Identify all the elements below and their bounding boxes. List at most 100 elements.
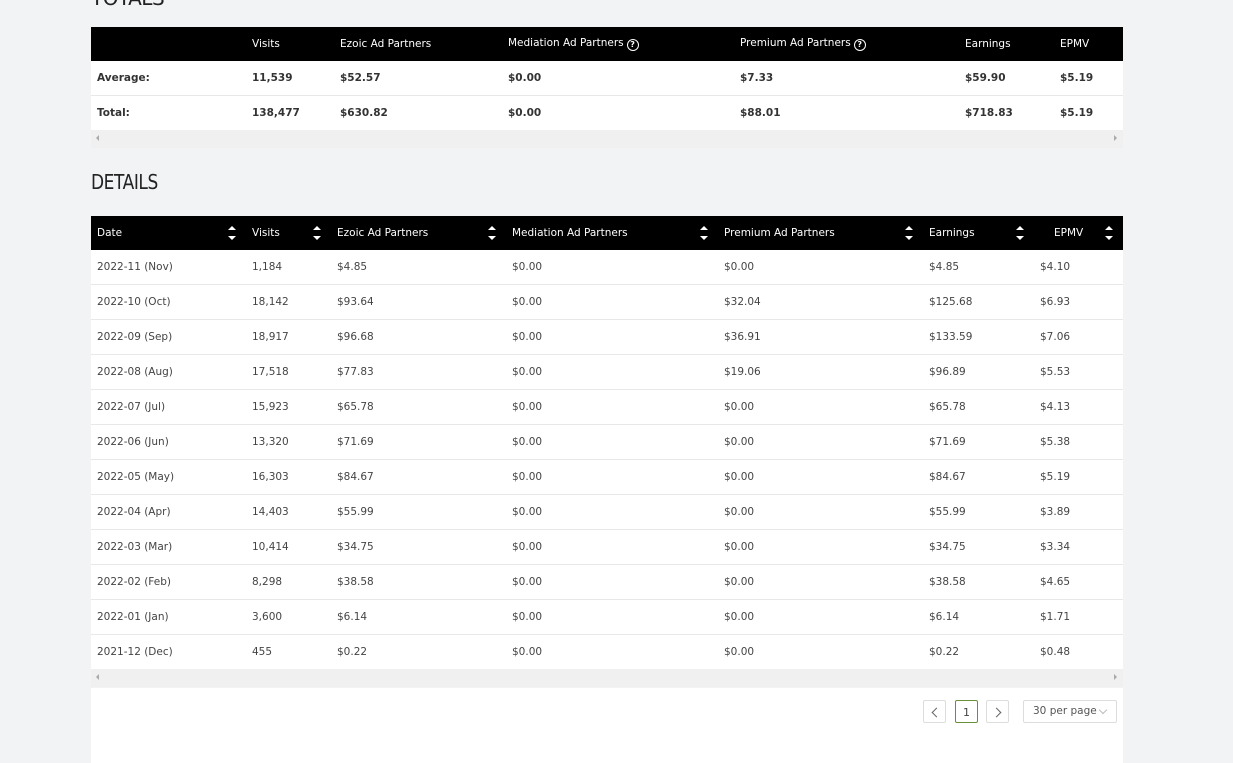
sort-visits-header[interactable]: Visits	[246, 216, 331, 250]
table-cell: $0.00	[506, 319, 718, 355]
table-cell: 2022-03 (Mar)	[91, 529, 246, 565]
sort-icon[interactable]	[313, 225, 321, 241]
sort-ezoic-header[interactable]: Ezoic Ad Partners	[331, 216, 506, 250]
table-cell: 2022-02 (Feb)	[91, 564, 246, 600]
table-cell: $0.00	[718, 389, 923, 425]
table-cell: $0.48	[1034, 634, 1123, 669]
sort-mediation-header[interactable]: Mediation Ad Partners	[506, 216, 718, 250]
table-cell: 13,320	[246, 424, 331, 460]
table-cell: $38.58	[331, 564, 506, 600]
table-row: 2022-11 (Nov) 1,184 $4.85 $0.00 $0.00 $4.85 $4…	[91, 250, 1123, 285]
sort-icon[interactable]	[228, 225, 236, 241]
table-cell: 10,414	[246, 529, 331, 565]
table-cell: $0.00	[506, 284, 718, 320]
table-cell: 11,539	[252, 72, 293, 84]
next-page-button[interactable]	[986, 700, 1009, 723]
table-cell: 18,917	[246, 319, 331, 355]
table-cell: Total:	[91, 95, 246, 130]
totals-header-row: Visits Ezoic Ad Partners Mediation Ad Pa…	[91, 27, 1123, 61]
table-cell: $5.53	[1034, 354, 1123, 390]
table-cell: $0.22	[331, 634, 506, 669]
totals-header-premium: Premium Ad Partners?	[734, 27, 959, 61]
table-cell: 2022-10 (Oct)	[91, 284, 246, 320]
table-cell: $7.33	[740, 72, 774, 84]
table-cell: 14,403	[246, 494, 331, 530]
details-horizontal-scrollbar[interactable]	[91, 669, 1123, 687]
table-row: 2022-10 (Oct) 18,142 $93.64 $0.00 $32.04 $125…	[91, 284, 1123, 320]
table-cell: $4.10	[1040, 261, 1071, 273]
pagination-bar: 1 30 per page	[91, 688, 1123, 763]
table-cell: 18,142	[246, 284, 331, 320]
table-cell: $0.00	[724, 261, 755, 273]
table-cell: $5.19	[1034, 459, 1123, 495]
header-label: Mediation Ad Partners	[512, 227, 628, 239]
totals-horizontal-scrollbar[interactable]	[91, 130, 1123, 148]
details-heading: DETAILS	[91, 170, 158, 194]
table-cell: 8,298	[246, 564, 331, 600]
table-row: 2022-04 (Apr) 14,403 $55.99 $0.00 $0.00 $55.9…	[91, 494, 1123, 530]
table-cell: $96.68	[331, 319, 506, 355]
table-cell: $36.91	[718, 319, 923, 355]
prev-page-button[interactable]	[923, 700, 946, 723]
sort-premium-header[interactable]: Premium Ad Partners	[718, 216, 923, 250]
table-cell: $34.75	[331, 529, 506, 565]
table-cell: $0.00	[506, 494, 718, 530]
table-cell: 1,184	[252, 261, 283, 273]
sort-icon[interactable]	[905, 225, 913, 241]
table-cell: $630.82	[334, 95, 502, 130]
totals-header-visits: Visits	[246, 27, 334, 61]
scroll-right-icon[interactable]	[1114, 674, 1117, 680]
sort-icon[interactable]	[1105, 225, 1113, 241]
chevron-right-icon	[991, 707, 1001, 718]
sort-earnings-header[interactable]: Earnings	[923, 216, 1034, 250]
scroll-right-icon[interactable]	[1114, 135, 1117, 141]
table-cell: $125.68	[923, 284, 1034, 320]
table-row: 2022-07 (Jul) 15,923 $65.78 $0.00 $0.00 $65.7…	[91, 389, 1123, 425]
scroll-left-icon[interactable]	[96, 135, 99, 141]
table-cell: $0.00	[718, 459, 923, 495]
sort-icon[interactable]	[1016, 225, 1024, 241]
table-cell: 2021-12 (Dec)	[91, 634, 246, 669]
table-cell: $0.00	[718, 529, 923, 565]
table-cell: $65.78	[923, 389, 1034, 425]
table-cell: $84.67	[923, 459, 1034, 495]
table-cell: 2022-06 (Jun)	[91, 424, 246, 460]
totals-header-epmv: EPMV	[1054, 27, 1123, 61]
sort-epmv-header[interactable]: EPMV	[1034, 216, 1123, 250]
table-cell: $0.00	[506, 564, 718, 600]
sort-icon[interactable]	[700, 225, 708, 241]
table-cell: $38.58	[923, 564, 1034, 600]
table-row: 2022-02 (Feb) 8,298 $38.58 $0.00 $0.00 $38.58…	[91, 564, 1123, 600]
help-icon[interactable]: ?	[626, 39, 639, 51]
table-cell: $0.00	[506, 354, 718, 390]
header-label: Visits	[252, 227, 280, 239]
table-cell: $96.89	[923, 354, 1034, 390]
table-row: 2022-09 (Sep) 18,917 $96.68 $0.00 $36.91 $133…	[91, 319, 1123, 355]
table-row: 2022-01 (Jan) 3,600 $6.14 $0.00 $0.00 $6.14 $1…	[91, 599, 1123, 635]
table-cell: 15,923	[246, 389, 331, 425]
table-cell: $88.01	[734, 95, 959, 130]
totals-row-total: Total: 138,477 $630.82 $0.00 $88.01 $718…	[91, 95, 1123, 130]
help-icon[interactable]: ?	[853, 39, 866, 51]
totals-header-mediation-label: Mediation Ad Partners	[508, 37, 624, 49]
per-page-select[interactable]: 30 per page	[1023, 700, 1117, 723]
page-button-current[interactable]: 1	[955, 700, 978, 723]
table-cell: $71.69	[923, 424, 1034, 460]
header-label: Earnings	[929, 227, 975, 239]
table-cell: 17,518	[246, 354, 331, 390]
totals-table: Visits Ezoic Ad Partners Mediation Ad Pa…	[91, 27, 1123, 148]
table-cell: $0.00	[506, 634, 718, 669]
table-cell: $55.99	[923, 494, 1034, 530]
table-row: 2022-05 (May) 16,303 $84.67 $0.00 $0.00 $84.6…	[91, 459, 1123, 495]
table-cell: $0.00	[506, 459, 718, 495]
table-row: 2022-06 (Jun) 13,320 $71.69 $0.00 $0.00 $71.6…	[91, 424, 1123, 460]
sort-date-header[interactable]: Date	[91, 216, 246, 250]
table-cell: $1.71	[1034, 599, 1123, 635]
sort-icon[interactable]	[488, 225, 496, 241]
table-cell: $19.06	[718, 354, 923, 390]
table-cell: 3,600	[246, 599, 331, 635]
table-cell: $6.93	[1034, 284, 1123, 320]
table-cell: $5.38	[1034, 424, 1123, 460]
table-cell: 2022-04 (Apr)	[91, 494, 246, 530]
scroll-left-icon[interactable]	[96, 674, 99, 680]
